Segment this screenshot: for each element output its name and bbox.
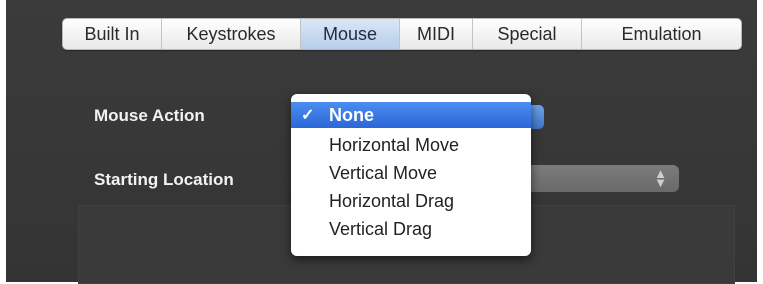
checkmark-icon: ✓ bbox=[301, 107, 315, 124]
menu-item-label: None bbox=[329, 104, 374, 125]
tab-bar: Built In Keystrokes Mouse MIDI Special E… bbox=[62, 18, 742, 50]
menu-item-label: Vertical Drag bbox=[329, 218, 433, 239]
menu-item-label: Horizontal Drag bbox=[329, 190, 455, 211]
menu-item-vertical-move[interactable]: Vertical Move bbox=[291, 160, 531, 186]
menu-item-none[interactable]: ✓ None bbox=[291, 102, 531, 128]
menu-item-horizontal-move[interactable]: Horizontal Move bbox=[291, 132, 531, 158]
tab-mouse[interactable]: Mouse bbox=[301, 19, 400, 49]
menu-item-label: Vertical Move bbox=[329, 162, 438, 183]
tab-midi[interactable]: MIDI bbox=[400, 19, 473, 49]
mouse-action-label: Mouse Action bbox=[94, 106, 205, 125]
mouse-action-dropdown-menu[interactable]: ✓ None Horizontal Move Vertical Move Hor… bbox=[291, 94, 531, 256]
menu-item-vertical-drag[interactable]: Vertical Drag bbox=[291, 216, 531, 242]
menu-item-label: Horizontal Move bbox=[329, 134, 460, 155]
tab-special[interactable]: Special bbox=[473, 19, 582, 49]
tab-emulation[interactable]: Emulation bbox=[582, 19, 741, 49]
tab-keystrokes[interactable]: Keystrokes bbox=[162, 19, 301, 49]
preferences-window: Built In Keystrokes Mouse MIDI Special E… bbox=[6, 0, 757, 284]
up-down-arrows-icon: ▲ ▼ bbox=[654, 166, 667, 190]
menu-item-horizontal-drag[interactable]: Horizontal Drag bbox=[291, 188, 531, 214]
tab-built-in[interactable]: Built In bbox=[63, 19, 162, 49]
starting-location-label: Starting Location bbox=[94, 170, 234, 189]
